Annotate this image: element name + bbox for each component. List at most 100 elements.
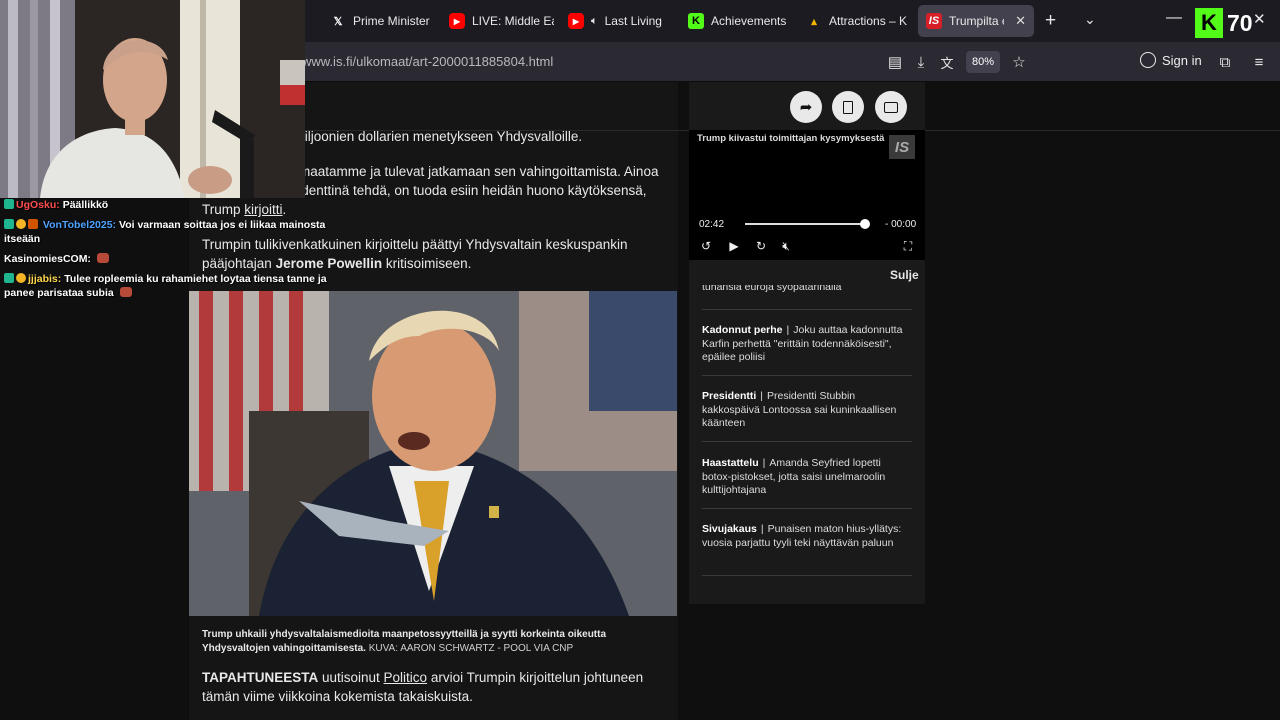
x-icon: 𝕏 — [333, 15, 343, 28]
news-category: Sivujakaus — [702, 523, 757, 535]
sign-in-label: Sign in — [1162, 52, 1202, 68]
emote-icon — [96, 253, 109, 263]
tab-2[interactable]: ▶ 🔈︎ Last Living — [568, 5, 673, 37]
webcam-illustration — [0, 0, 305, 198]
tab-label: Trumpilta en — [949, 14, 1004, 28]
gift-badge-icon — [16, 273, 26, 283]
news-divider — [702, 309, 912, 310]
video-seek-fill — [745, 223, 865, 225]
gift-badge-icon — [16, 219, 26, 229]
minimize-button[interactable]: — — [1166, 9, 1182, 27]
save-to-pocket-icon[interactable]: ⤓ — [911, 52, 931, 72]
account-icon — [1140, 52, 1156, 68]
news-divider — [702, 508, 912, 509]
video-current-time: 02:42 — [699, 219, 725, 230]
caption-credit: KUVA: AARON SCHWARTZ - POOL VIA CNP — [368, 643, 574, 654]
article-text: uutisoinut — [318, 670, 384, 685]
is-icon: IS — [926, 13, 942, 29]
tab-0[interactable]: 𝕏 Prime Minister — [330, 5, 430, 37]
save-article-button[interactable] — [832, 91, 864, 123]
comment-icon — [884, 101, 898, 113]
article-paragraph: TAPAHTUNEESTA uutisoinut Politico arvioi… — [202, 668, 672, 706]
news-category: Presidentti — [702, 390, 757, 402]
tab-4[interactable]: ▴ Attractions – K — [806, 5, 911, 37]
video-remaining-time: - 00:00 — [885, 219, 917, 230]
muted-speaker-icon[interactable]: 🔇︎ — [778, 238, 794, 254]
news-category: Haastattelu — [702, 457, 759, 469]
comments-button[interactable] — [875, 91, 907, 123]
chat-username: UgOsku: — [16, 199, 60, 211]
kick-icon: K — [688, 13, 704, 29]
tab-label: Last Living — [604, 14, 662, 28]
tab-label: Attractions – K — [829, 14, 908, 28]
tab-label: Achievements — [711, 14, 787, 28]
news-item-cut[interactable]: tuhansia euroja syöpätarinalla — [702, 285, 912, 297]
is-logo: IS — [889, 135, 915, 159]
article-text: kritisoimiseen. — [382, 256, 472, 271]
news-divider — [702, 575, 912, 576]
news-divider — [702, 441, 912, 442]
subscriber-badge-icon — [4, 273, 14, 283]
close-tab-icon[interactable]: ✕ — [1015, 13, 1026, 29]
streamer-webcam — [0, 0, 305, 198]
bookmark-icon — [843, 100, 853, 114]
news-category: Kadonnut perhe — [702, 324, 783, 336]
url-field[interactable]: www.is.fi/ulkomaat/art-2000011885804.htm… — [302, 54, 553, 69]
video-seek-bar[interactable] — [745, 219, 870, 229]
sign-in-button[interactable]: Sign in — [1140, 52, 1202, 68]
youtube-icon: ▶ — [568, 13, 584, 29]
tab-5-active[interactable]: IS Trumpilta en ✕ — [918, 5, 1034, 37]
subscriber-badge-icon — [4, 219, 14, 229]
rewind-icon[interactable]: ↺ — [698, 238, 714, 254]
extensions-icon[interactable]: ⧉ — [1215, 52, 1235, 72]
play-icon[interactable]: ▶ — [726, 238, 742, 254]
news-item[interactable]: Presidentti | Presidentti Stubbin kakkospä… — [702, 390, 912, 431]
bookmark-star-icon[interactable]: ☆ — [1009, 52, 1029, 72]
close-window-button[interactable]: ✕ — [1253, 10, 1266, 28]
article-text: a biljoonien dollarien menetykseen Yhdys… — [286, 129, 583, 144]
zoom-level-button[interactable]: 80% — [966, 51, 1000, 73]
news-text: tuhansia euroja syöpätarinalla — [702, 285, 842, 293]
news-item[interactable]: Kadonnut perhe | Joku auttaa kadonnutta Ka… — [702, 324, 912, 365]
chat-username: jjjabis: — [28, 273, 62, 285]
chat-username: KasinomiesCOM: — [4, 253, 91, 265]
chat-username: VonTobel2025: — [42, 219, 117, 231]
tab-label: LIVE: Middle Ea — [472, 14, 554, 28]
tab-label: Prime Minister — [353, 14, 430, 28]
chat-text: Päällikkö — [62, 199, 109, 211]
kick-logo-icon: K — [1195, 8, 1223, 38]
tab-list-chevron-icon[interactable]: ⌄ — [1084, 11, 1096, 28]
sub-tier-badge-icon — [28, 219, 38, 229]
stream-chat: UgOsku: Päällikkö VonTobel2025: Voi varm… — [0, 198, 330, 306]
chat-message: jjjabis: Tulee ropleemia ku rahamiehet l… — [0, 272, 330, 300]
close-video-button[interactable]: Sulje — [890, 268, 919, 282]
speaker-icon[interactable]: 🔈︎ — [591, 15, 598, 28]
video-seek-handle[interactable] — [860, 219, 870, 229]
tab-1[interactable]: ▶ LIVE: Middle Ea — [449, 5, 554, 37]
forward-icon[interactable]: ↻ — [753, 238, 769, 254]
news-item[interactable]: Haastattelu | Amanda Seyfried lopetti boto… — [702, 457, 912, 498]
news-item[interactable]: Sivujakaus | Punaisen maton hius-yllätys: … — [702, 523, 912, 550]
share-icon: ➦ — [799, 99, 813, 116]
translate-icon[interactable]: 文 — [937, 52, 957, 72]
attractions-icon: ▴ — [811, 15, 817, 28]
news-divider — [702, 375, 912, 376]
article-photo — [189, 291, 677, 616]
tab-3[interactable]: K Achievements — [688, 5, 793, 37]
article-link[interactable]: Politico — [384, 670, 428, 685]
fullscreen-icon[interactable]: ⛶ — [900, 238, 916, 254]
menu-icon[interactable]: ≡ — [1249, 52, 1269, 72]
photo-caption: Trump uhkaili yhdysvaltalaismedioita maa… — [202, 628, 642, 656]
article-lead-bold: TAPAHTUNEESTA — [202, 670, 319, 685]
chat-message: KasinomiesCOM: — [0, 252, 330, 266]
new-tab-button[interactable]: + — [1045, 10, 1056, 32]
subscriber-badge-icon — [4, 199, 14, 209]
reader-view-icon[interactable]: ▤ — [885, 52, 905, 72]
trump-photo-illustration — [189, 291, 677, 616]
viewer-count: 70 — [1227, 10, 1253, 36]
youtube-icon: ▶ — [449, 13, 465, 29]
chat-message: UgOsku: Päällikkö — [0, 198, 330, 212]
share-button[interactable]: ➦ — [790, 91, 822, 123]
video-title: Trump kiivastui toimittajan kysymyksestä — [697, 133, 885, 144]
video-player[interactable]: Trump kiivastui toimittajan kysymyksestä… — [689, 130, 925, 260]
